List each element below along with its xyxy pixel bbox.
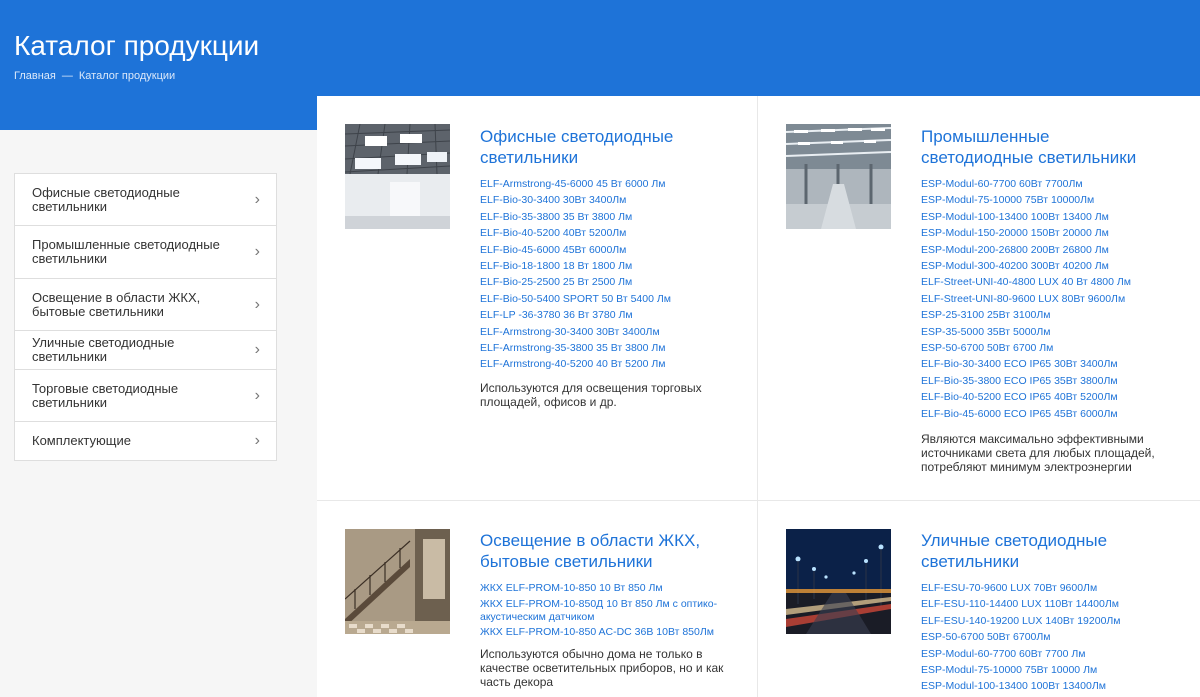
category-sidebar: Офисные светодиодные светильники › Промы… — [14, 173, 277, 461]
breadcrumb-separator: — — [61, 70, 73, 82]
page-title: Каталог продукции — [14, 30, 260, 61]
product-link[interactable]: ELF-Armstrong-35-3800 35 Вт 3800 Лм — [480, 340, 725, 356]
product-link[interactable]: ELF-Bio-25-2500 25 Вт 2500 Лм — [480, 274, 725, 290]
product-link[interactable]: ELF-Bio-45-6000 ECO IP65 45Вт 6000Лм — [921, 406, 1166, 422]
product-link[interactable]: ESP-Modul-100-13400 100Вт 13400 Лм — [921, 209, 1166, 225]
product-link[interactable]: ELF-Armstrong-45-6000 45 Вт 6000 Лм — [480, 176, 725, 192]
product-link[interactable]: ESP-Modul-300-40200 300Вт 40200 Лм — [921, 258, 1166, 274]
grid-divider — [317, 500, 1200, 501]
product-link[interactable]: ELF-Bio-35-3800 35 Вт 3800 Лм — [480, 209, 725, 225]
product-link[interactable]: ESP-Modul-75-10000 75Вт 10000 Лм — [921, 662, 1166, 678]
card-title-street[interactable]: Уличные светодиодные светильники — [921, 530, 1166, 572]
card-title-industrial[interactable]: Промышленные светодиодные светильники — [921, 126, 1166, 168]
breadcrumb-current: Каталог продукции — [78, 70, 176, 82]
product-card-office: Офисные светодиодные светильники ELF-Arm… — [480, 126, 725, 409]
product-link[interactable]: ELF-Bio-50-5400 SPORT 50 Вт 5400 Лм — [480, 291, 725, 307]
grid-divider — [757, 96, 758, 697]
sidebar-item-retail[interactable]: Торговые светодиодные светильники › — [15, 370, 276, 422]
industrial-lights-image[interactable] — [786, 124, 891, 229]
product-link[interactable]: ELF-Street-UNI-40-4800 LUX 40 Вт 4800 Лм — [921, 274, 1166, 290]
product-link[interactable]: ESP-Modul-200-26800 200Вт 26800 Лм — [921, 242, 1166, 258]
sidebar-item-label: Уличные светодиодные светильники — [32, 335, 175, 364]
product-link[interactable]: ELF-Bio-40-5200 40Вт 5200Лм — [480, 225, 725, 241]
product-link[interactable]: ELF-Bio-18-1800 18 Вт 1800 Лм — [480, 258, 725, 274]
product-links: ESP-Modul-60-7700 60Вт 7700Лм ESP-Modul-… — [921, 176, 1166, 422]
product-link[interactable]: ELF-ESU-110-14400 LUX 110Вт 14400Лм — [921, 596, 1166, 612]
sidebar-item-label: Комплектующие — [32, 433, 131, 448]
product-card-housing: Освещение в области ЖКХ, бытовые светиль… — [480, 530, 725, 689]
product-link[interactable]: ELF-Bio-35-3800 ECO IP65 35Вт 3800Лм — [921, 373, 1166, 389]
card-description: Являются максимально эффективными источн… — [921, 432, 1155, 475]
product-link[interactable]: ELF-LP -36-3780 36 Вт 3780 Лм — [480, 307, 725, 323]
product-link[interactable]: ELF-ESU-70-9600 LUX 70Вт 9600Лм — [921, 580, 1166, 596]
card-title-housing[interactable]: Освещение в области ЖКХ, бытовые светиль… — [480, 530, 725, 572]
street-lights-image[interactable] — [786, 529, 891, 634]
product-link[interactable]: ELF-Street-UNI-80-9600 LUX 80Вт 9600Лм — [921, 291, 1166, 307]
chevron-right-icon: › — [254, 190, 260, 208]
sidebar-item-housing[interactable]: Освещение в области ЖКХ, бытовые светиль… — [15, 279, 276, 331]
product-link[interactable]: ESP-Modul-75-10000 75Вт 10000Лм — [921, 192, 1166, 208]
product-link[interactable]: ESP-Modul-60-7700 60Вт 7700Лм — [921, 176, 1166, 192]
product-link[interactable]: ЖКХ ELF-PROM-10-850 10 Вт 850 Лм — [480, 580, 725, 596]
product-links: ELF-ESU-70-9600 LUX 70Вт 9600Лм ELF-ESU-… — [921, 580, 1166, 695]
office-lights-image[interactable] — [345, 124, 450, 229]
chevron-right-icon: › — [254, 432, 260, 449]
product-link[interactable]: ЖКХ ELF-PROM-10-850Д 10 Вт 850 Лм с опти… — [480, 598, 725, 624]
product-link[interactable]: ELF-Bio-40-5200 ECO IP65 40Вт 5200Лм — [921, 389, 1166, 405]
chevron-right-icon: › — [254, 243, 260, 260]
card-title-office[interactable]: Офисные светодиодные светильники — [480, 126, 725, 168]
product-link[interactable]: ELF-Armstrong-40-5200 40 Вт 5200 Лм — [480, 356, 725, 372]
product-link[interactable]: ELF-Bio-30-3400 ECO IP65 30Вт 3400Лм — [921, 356, 1166, 372]
sidebar-item-label: Торговые светодиодные светильники — [32, 380, 179, 410]
product-link[interactable]: ESP-Modul-100-13400 100Вт 13400Лм — [921, 678, 1166, 694]
product-link[interactable]: ELF-Bio-30-3400 30Вт 3400Лм — [480, 192, 725, 208]
sidebar-item-office[interactable]: Офисные светодиодные светильники › — [15, 174, 276, 226]
product-link[interactable]: ESP-50-6700 50Вт 6700 Лм — [921, 340, 1166, 356]
breadcrumb: Главная — Каталог продукции — [14, 70, 175, 82]
product-link[interactable]: ELF-ESU-140-19200 LUX 140Вт 19200Лм — [921, 613, 1166, 629]
product-link[interactable]: ESP-Modul-150-20000 150Вт 20000 Лм — [921, 225, 1166, 241]
chevron-right-icon: › — [254, 341, 260, 358]
catalog-grid: Офисные светодиодные светильники ELF-Arm… — [317, 96, 1200, 697]
sidebar-item-label: Офисные светодиодные светильники — [32, 184, 180, 214]
card-description: Используются обычно дома не только в кач… — [480, 647, 724, 690]
housing-lights-image[interactable] — [345, 529, 450, 634]
breadcrumb-home-link[interactable]: Главная — [14, 70, 56, 82]
sidebar-item-label: Промышленные светодиодные светильники — [32, 237, 220, 266]
sidebar-item-label: Освещение в области ЖКХ, бытовые светиль… — [32, 289, 201, 319]
product-link[interactable]: ESP-Modul-60-7700 60Вт 7700 Лм — [921, 646, 1166, 662]
product-link[interactable]: ESP-50-6700 50Вт 6700Лм — [921, 629, 1166, 645]
product-card-street: Уличные светодиодные светильники ELF-ESU… — [921, 530, 1166, 695]
card-description: Используются для освещения торговых площ… — [480, 380, 702, 409]
chevron-right-icon: › — [254, 386, 260, 404]
product-link[interactable]: ЖКХ ELF-PROM-10-850 AC-DC 36В 10Вт 850Лм — [480, 626, 725, 639]
product-link[interactable]: ELF-Armstrong-30-3400 30Вт 3400Лм — [480, 324, 725, 340]
product-card-industrial: Промышленные светодиодные светильники ES… — [921, 126, 1166, 474]
product-links: ЖКХ ELF-PROM-10-850 10 Вт 850 Лм ЖКХ ELF… — [480, 580, 725, 639]
sidebar-item-components[interactable]: Комплектующие › — [15, 422, 276, 460]
sidebar-item-street[interactable]: Уличные светодиодные светильники › — [15, 331, 276, 370]
product-link[interactable]: ESP-35-5000 35Вт 5000Лм — [921, 324, 1166, 340]
product-links: ELF-Armstrong-45-6000 45 Вт 6000 Лм ELF-… — [480, 176, 725, 373]
chevron-right-icon: › — [254, 295, 260, 313]
product-link[interactable]: ELF-Bio-45-6000 45Вт 6000Лм — [480, 242, 725, 258]
sidebar-item-industrial[interactable]: Промышленные светодиодные светильники › — [15, 226, 276, 279]
product-link[interactable]: ESP-25-3100 25Вт 3100Лм — [921, 307, 1166, 323]
